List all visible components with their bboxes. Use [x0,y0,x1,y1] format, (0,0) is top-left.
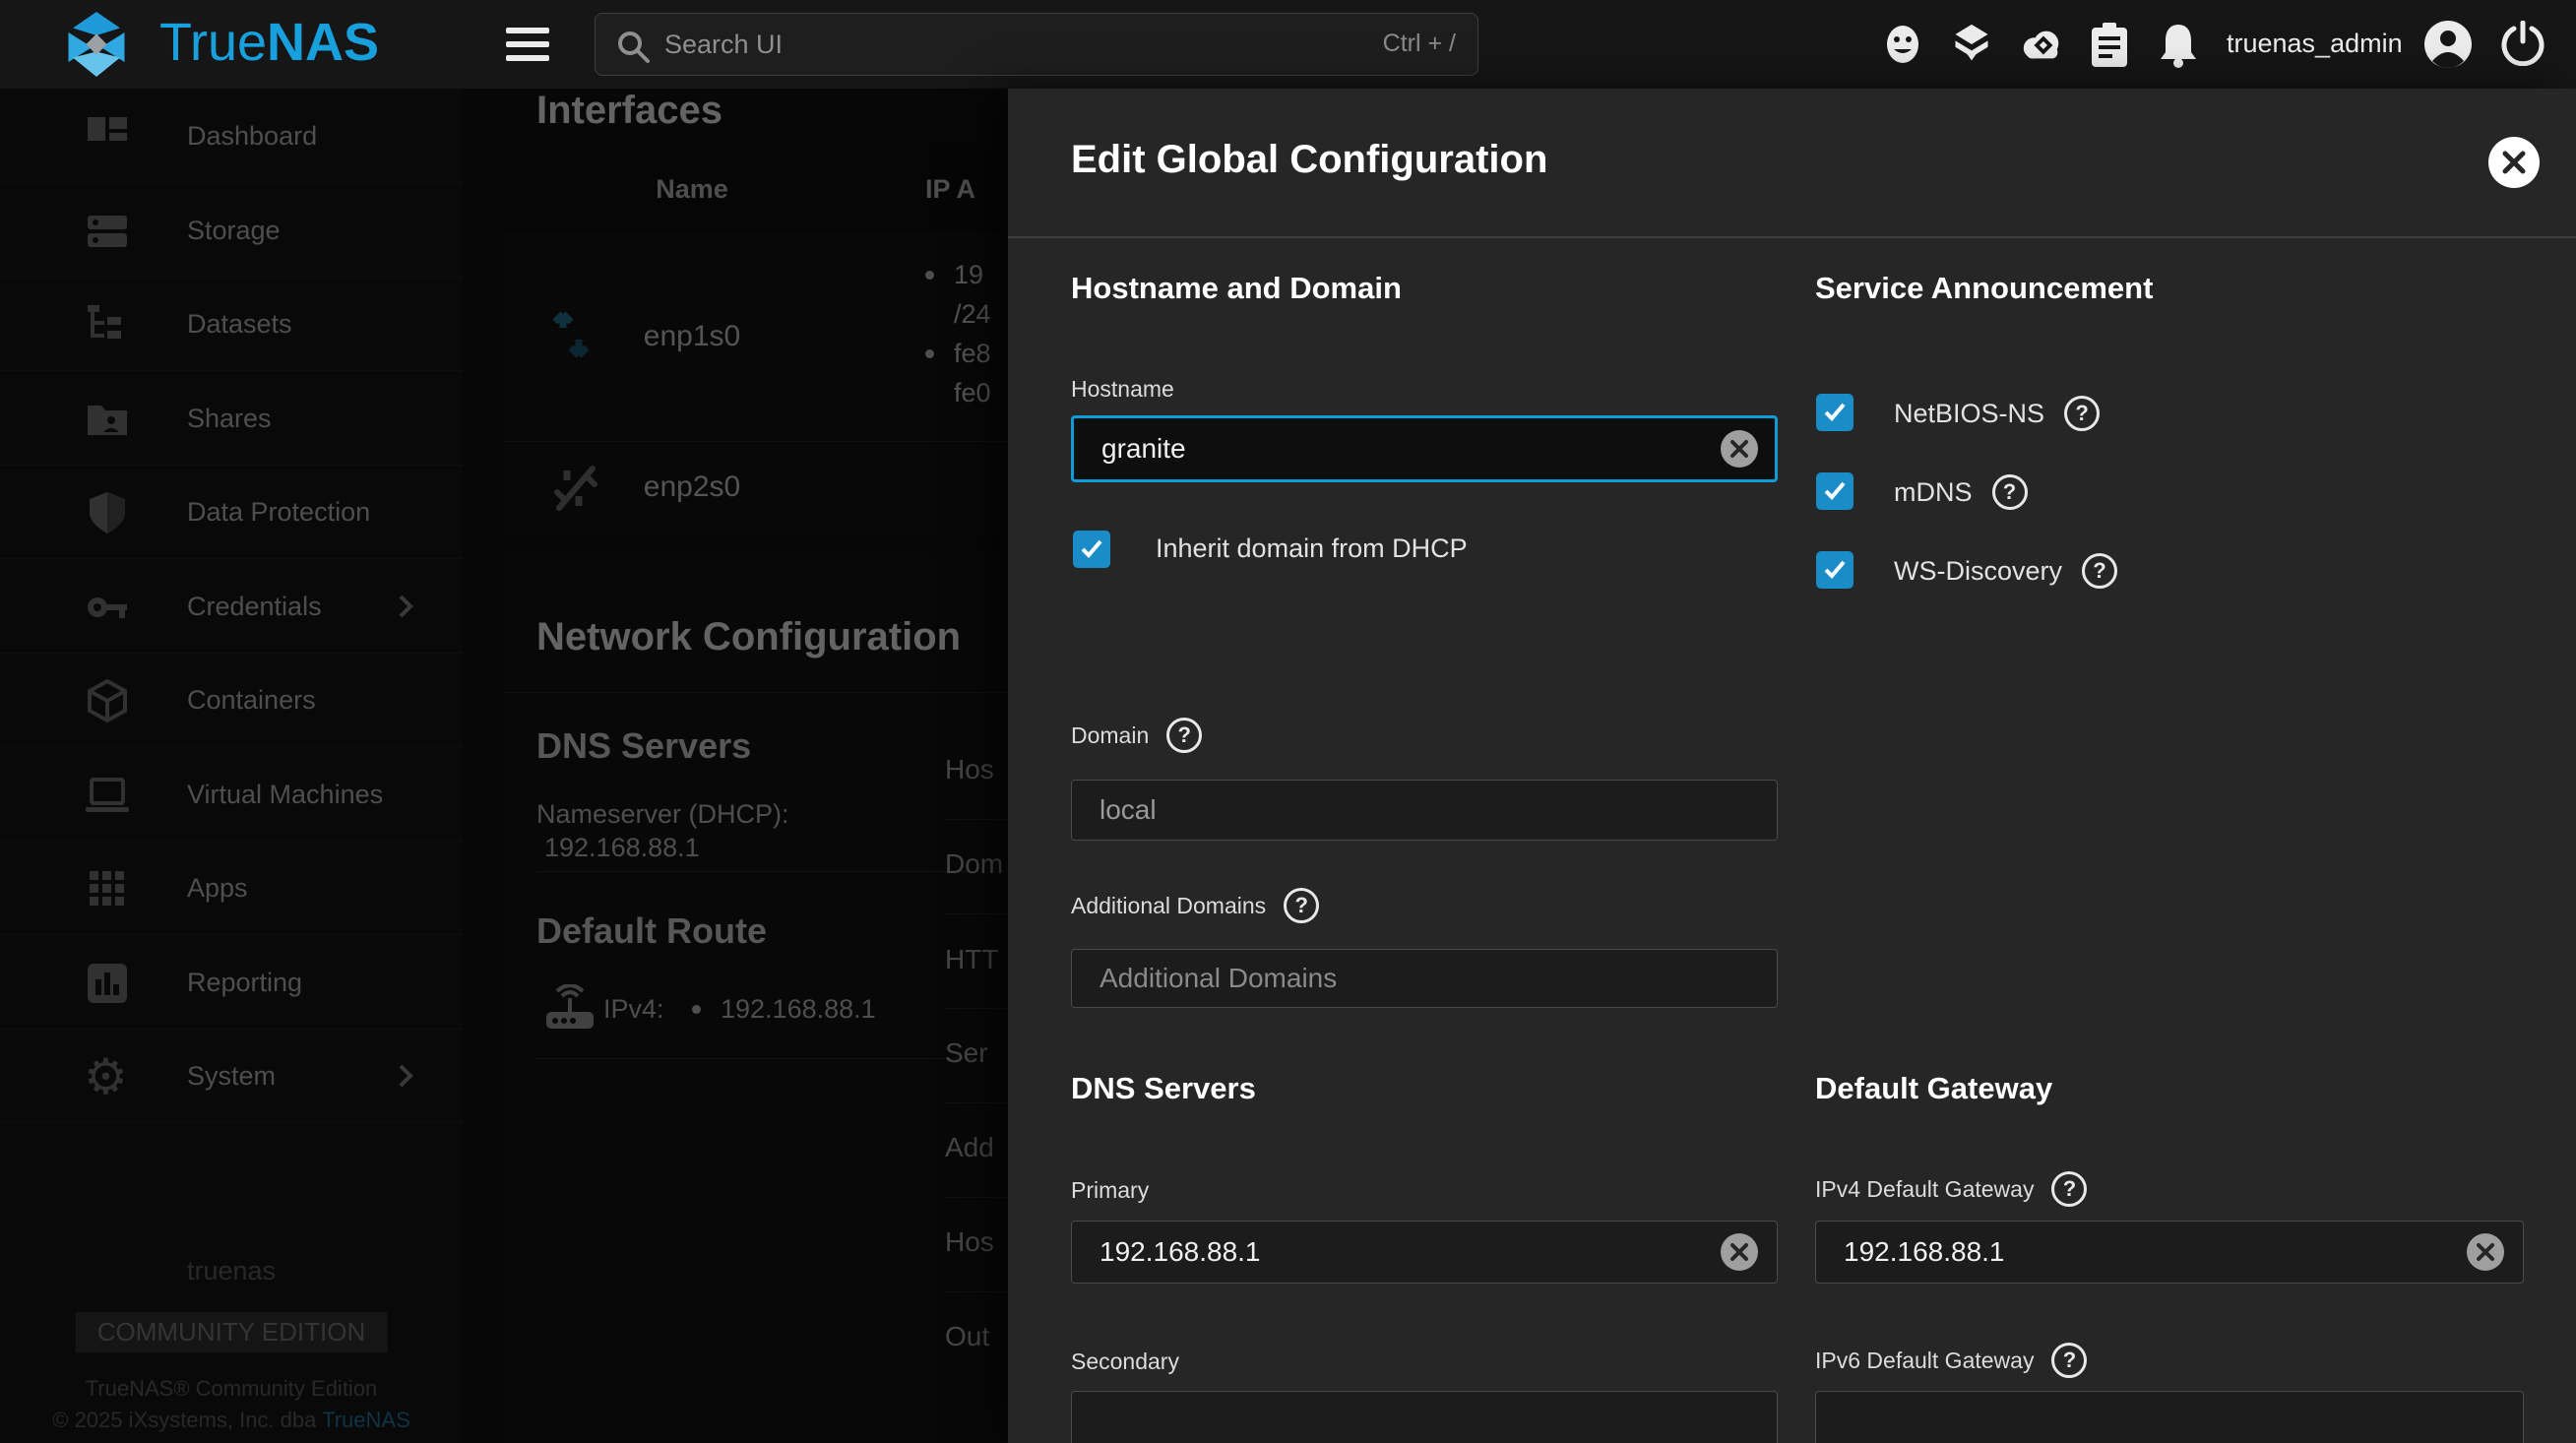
primary-dns-label: Primary [1071,1177,1149,1204]
modal-title: Edit Global Configuration [1071,138,1547,182]
clear-ipv4-gateway-button[interactable] [2465,1231,2506,1273]
domain-label-row: Domain ? [1071,718,1202,753]
clear-icon [2465,1231,2506,1273]
top-bar: TrueNAS Ctrl + / [0,0,2576,89]
checkmark-icon [1822,478,1848,504]
ws-discovery-label-row: WS-Discovery ? [1894,553,2117,589]
smiley-icon [1881,23,1924,66]
layers-icon [1950,23,1993,66]
jobs-button[interactable] [2090,23,2133,66]
hamburger-icon [504,25,551,64]
clear-icon [1719,428,1760,470]
service-announcement-section-title: Service Announcement [1815,271,2153,306]
search-shortcut: Ctrl + / [1383,30,1456,58]
help-icon[interactable]: ? [1284,888,1319,923]
close-button[interactable] [2488,137,2540,188]
help-icon[interactable]: ? [2051,1343,2087,1378]
netbios-label-row: NetBIOS-NS ? [1894,396,2100,431]
cloud-status-button[interactable] [2019,23,2062,66]
search-input[interactable] [664,14,1314,75]
ipv4-gateway-label-row: IPv4 Default Gateway ? [1815,1171,2087,1207]
avatar-icon [2423,20,2473,69]
secondary-dns-input[interactable] [1071,1391,1778,1443]
cloud-icon [2019,23,2064,66]
account-menu-button[interactable] [2423,20,2467,63]
bell-icon [2158,23,2199,68]
domain-input[interactable] [1071,780,1778,841]
hostname-input[interactable] [1071,415,1778,482]
hostname-domain-section-title: Hostname and Domain [1071,271,1402,306]
checkmark-icon [1822,557,1848,583]
inherit-domain-checkbox[interactable] [1073,531,1110,568]
ws-discovery-checkbox[interactable] [1816,551,1853,589]
modal-header-divider [1008,236,2576,238]
additional-domains-input[interactable] [1071,949,1778,1008]
current-user-label: truenas_admin [2227,29,2419,59]
hostname-label: Hostname [1071,376,1174,403]
truecommand-button[interactable] [1950,23,1993,66]
truenas-logo-icon [49,12,144,77]
default-gateway-section-title: Default Gateway [1815,1071,2052,1106]
close-icon [2501,150,2527,175]
truenas-logo[interactable]: TrueNAS [49,10,404,79]
search-icon [615,29,651,64]
dns-servers-section-title: DNS Servers [1071,1071,1256,1106]
power-icon [2500,21,2545,66]
help-icon[interactable]: ? [1166,718,1202,753]
feedback-button[interactable] [1881,23,1924,66]
help-icon[interactable]: ? [2064,396,2100,431]
menu-toggle-button[interactable] [504,25,553,64]
netbios-checkbox[interactable] [1816,394,1853,431]
mdns-label-row: mDNS ? [1894,474,2028,510]
edit-global-configuration-panel: Edit Global Configuration Hostname and D… [1008,89,2576,1443]
power-menu-button[interactable] [2500,21,2544,64]
checkmark-icon [1079,536,1104,562]
truenas-app: TrueNAS Ctrl + / [0,0,2576,1443]
secondary-dns-label: Secondary [1071,1349,1179,1375]
clear-primary-dns-button[interactable] [1719,1231,1760,1273]
search-bar: Ctrl + / [595,13,1478,76]
ipv6-gateway-input[interactable] [1815,1391,2524,1443]
help-icon[interactable]: ? [1992,474,2028,510]
clipboard-icon [2090,23,2129,68]
clear-icon [1719,1231,1760,1273]
checkmark-icon [1822,400,1848,425]
alerts-button[interactable] [2158,23,2201,66]
inherit-domain-label[interactable]: Inherit domain from DHCP [1156,533,1468,564]
clear-hostname-button[interactable] [1719,428,1760,470]
help-icon[interactable]: ? [2051,1171,2087,1207]
ipv4-gateway-input[interactable] [1815,1221,2524,1284]
additional-domains-label-row: Additional Domains ? [1071,888,1319,923]
mdns-checkbox[interactable] [1816,472,1853,510]
help-icon[interactable]: ? [2082,553,2117,589]
truenas-logo-text: TrueNAS [159,12,379,73]
ipv6-gateway-label-row: IPv6 Default Gateway ? [1815,1343,2087,1378]
primary-dns-input[interactable] [1071,1221,1778,1284]
